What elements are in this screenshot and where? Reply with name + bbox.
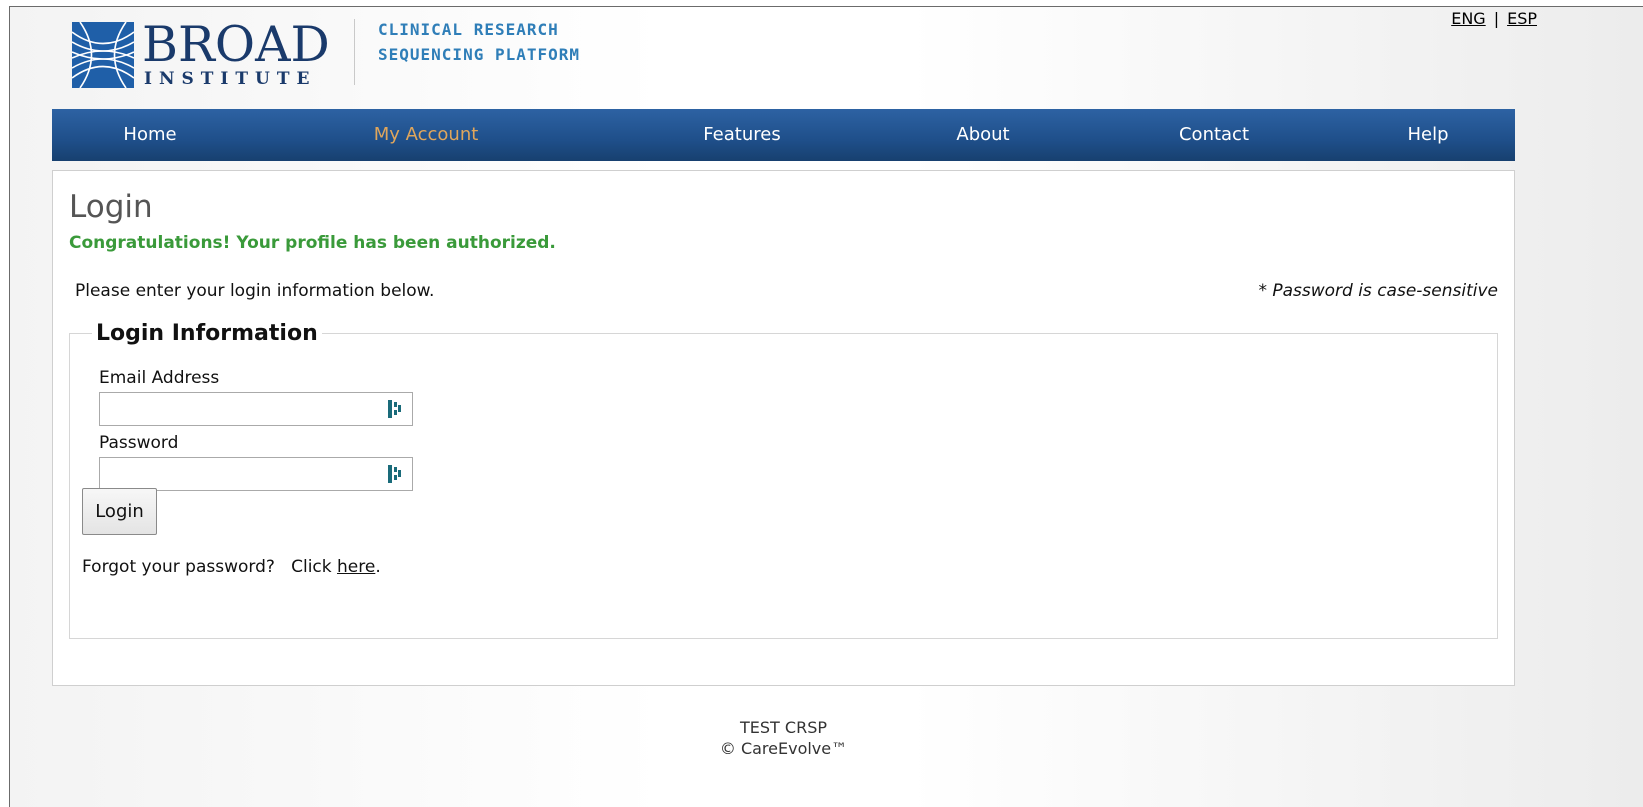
password-manager-icon[interactable] (388, 465, 402, 483)
page-frame: BROAD INSTITUTE CLINICAL RESEARCH SEQUEN… (9, 6, 1643, 807)
broad-logo-mark-icon (72, 22, 134, 88)
login-information-fieldset: Login Information Email Address Password (69, 321, 1498, 639)
login-button[interactable]: Login (82, 488, 157, 535)
page-title: Login (69, 189, 153, 225)
forgot-password-link[interactable]: here (337, 557, 375, 577)
success-message: Congratulations! Your profile has been a… (69, 233, 556, 253)
language-switcher: ENG | ESP (1451, 9, 1537, 28)
lang-eng-link[interactable]: ENG (1451, 9, 1485, 28)
platform-line-2: SEQUENCING PLATFORM (378, 45, 581, 64)
nav-item-features[interactable]: Features (703, 109, 780, 161)
broad-institute-logo[interactable]: BROAD INSTITUTE (72, 17, 330, 93)
main-nav: Home My Account Features About Contact H… (52, 109, 1515, 161)
footer: TEST CRSP © CareEvolve™ (52, 717, 1515, 759)
nav-item-contact[interactable]: Contact (1179, 109, 1249, 161)
nav-item-about[interactable]: About (956, 109, 1009, 161)
password-case-note: * Password is case-sensitive (1258, 281, 1498, 301)
password-label: Password (99, 433, 179, 453)
footer-environment: TEST CRSP (740, 718, 827, 737)
fieldset-legend: Login Information (96, 321, 318, 346)
login-panel: Login Congratulations! Your profile has … (52, 170, 1515, 686)
lang-esp-link[interactable]: ESP (1507, 9, 1537, 28)
nav-item-my-account[interactable]: My Account (374, 109, 479, 161)
forgot-password-period: . (375, 557, 381, 577)
nav-item-home[interactable]: Home (123, 109, 176, 161)
password-manager-icon[interactable] (388, 400, 402, 418)
footer-copyright: © CareEvolve™ (719, 739, 848, 758)
nav-item-help[interactable]: Help (1407, 109, 1448, 161)
forgot-password-text: Forgot your password? Click here. (82, 557, 381, 577)
logo-institute-text: INSTITUTE (144, 69, 317, 89)
header-divider (354, 19, 355, 85)
login-instructions: Please enter your login information belo… (75, 281, 435, 301)
email-field[interactable] (99, 392, 413, 426)
forgot-password-prompt: Forgot your password? Click (82, 557, 338, 577)
logo-broad-text: BROAD (142, 16, 330, 73)
platform-name: CLINICAL RESEARCH SEQUENCING PLATFORM (378, 17, 580, 67)
platform-line-1: CLINICAL RESEARCH (378, 20, 559, 39)
lang-separator: | (1493, 9, 1500, 28)
password-field[interactable] (99, 457, 413, 491)
email-label: Email Address (99, 368, 220, 388)
